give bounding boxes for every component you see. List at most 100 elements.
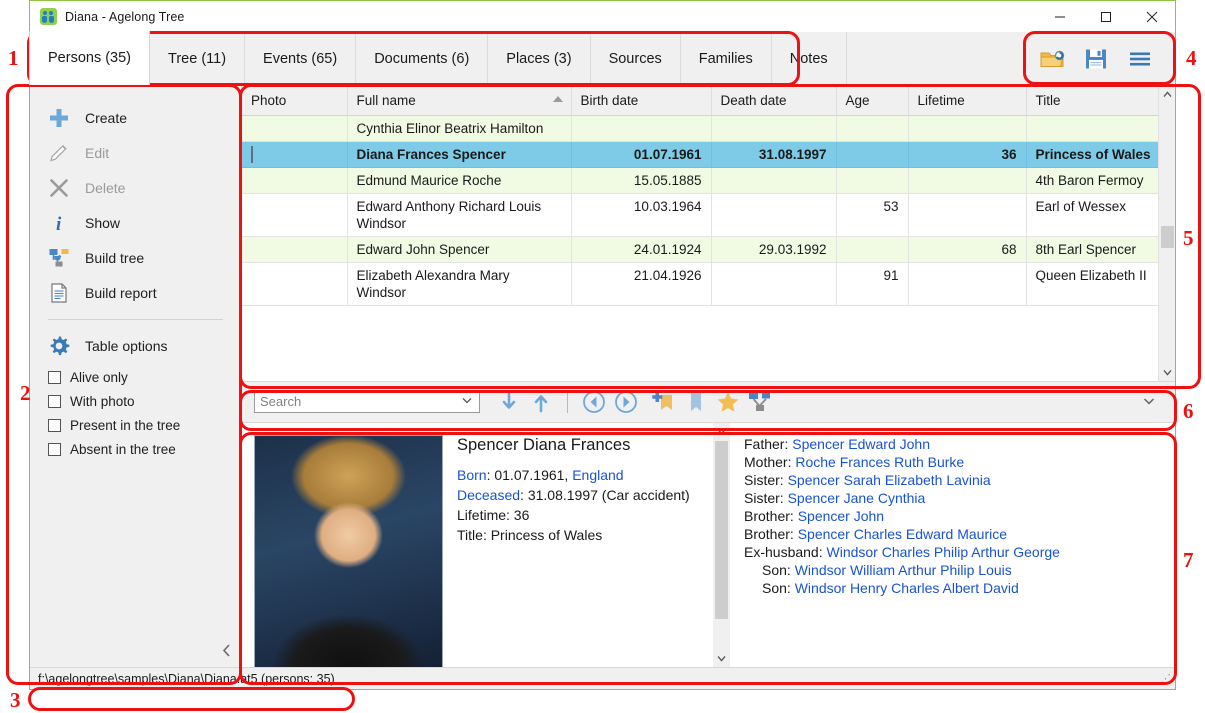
add-bookmark-icon[interactable] — [651, 389, 677, 415]
cell-lifetime — [908, 167, 1027, 194]
delete-button[interactable]: Delete — [48, 170, 241, 205]
document-icon — [48, 282, 74, 304]
fact-label[interactable]: Deceased — [457, 487, 520, 503]
checkbox-absent-in-tree[interactable]: Absent in the tree — [48, 437, 241, 461]
search-input[interactable]: Search — [254, 390, 480, 414]
tab-notes[interactable]: Notes — [771, 32, 847, 85]
cell-full-name: Edward John Spencer — [347, 236, 572, 263]
build-tree-button[interactable]: Build tree — [48, 240, 241, 275]
fact-label[interactable]: Born — [457, 467, 487, 483]
expand-search-options-icon[interactable] — [1143, 396, 1155, 408]
checkbox-alive-only[interactable]: Alive only — [48, 365, 241, 389]
annotation-label-6: 6 — [1183, 399, 1194, 423]
relative-link[interactable]: Roche Frances Ruth Burke — [795, 454, 964, 470]
navigate-forward-icon[interactable] — [613, 389, 639, 415]
find-next-icon[interactable] — [496, 389, 522, 415]
scroll-down-icon[interactable] — [713, 650, 730, 667]
cell-photo — [242, 236, 348, 263]
table-row[interactable]: Edmund Maurice Roche 15.05.1885 4th Baro… — [242, 167, 1175, 194]
cell-lifetime — [908, 262, 1027, 306]
scroll-up-icon[interactable] — [713, 423, 730, 440]
checkbox-box — [48, 394, 61, 408]
relative-link[interactable]: Windsor William Arthur Philip Louis — [795, 562, 1012, 578]
action-label: Show — [85, 214, 121, 231]
relative-link[interactable]: Spencer Jane Cynthia — [788, 490, 926, 506]
relative-link[interactable]: Windsor Henry Charles Albert David — [795, 580, 1019, 596]
tab-places[interactable]: Places (3) — [488, 32, 591, 85]
table-row[interactable]: Edward John Spencer 24.01.1924 29.03.199… — [242, 236, 1175, 263]
tab-tree[interactable]: Tree (11) — [150, 32, 246, 85]
relative-link[interactable]: Windsor Charles Philip Arthur George — [827, 544, 1060, 560]
tab-sources[interactable]: Sources — [590, 32, 681, 85]
menu-icon[interactable] — [1127, 46, 1153, 72]
table-row[interactable]: Elizabeth Alexandra Mary Windsor 21.04.1… — [242, 262, 1175, 306]
annotation-label-7: 7 — [1183, 548, 1194, 572]
relative-role: Father: — [744, 435, 789, 452]
chevron-down-icon[interactable] — [462, 396, 472, 407]
navigate-back-icon[interactable] — [581, 389, 607, 415]
fact-place-link[interactable]: England — [572, 467, 623, 483]
save-icon[interactable] — [1083, 46, 1109, 72]
application-window: Diana - Agelong Tree Persons (35) Tree (… — [0, 0, 1205, 713]
scrollbar-thumb[interactable] — [715, 440, 728, 619]
scrollbar-thumb[interactable] — [1161, 226, 1174, 248]
checkbox-present-in-tree[interactable]: Present in the tree — [48, 413, 241, 437]
favorite-star-icon[interactable] — [715, 389, 741, 415]
cell-birth-date: 24.01.1924 — [571, 236, 712, 263]
fact-value: : 31.08.1997 (Car accident) — [520, 486, 690, 503]
detail-vertical-scrollbar[interactable] — [713, 422, 730, 667]
tab-label: Places (3) — [506, 50, 572, 67]
annotation-label-2: 2 — [20, 381, 31, 405]
chevron-left-icon[interactable] — [215, 639, 237, 661]
cell-title — [1026, 115, 1175, 142]
cell-title: 8th Earl Spencer — [1026, 236, 1175, 263]
fact-lifetime: Lifetime: 36 — [457, 505, 690, 525]
column-header-death-date[interactable]: Death date — [711, 86, 837, 116]
table-vertical-scrollbar[interactable] — [1158, 86, 1175, 381]
relative-link[interactable]: Spencer Edward John — [792, 436, 930, 452]
scroll-down-icon[interactable] — [1159, 364, 1175, 381]
maximize-icon[interactable] — [1083, 1, 1129, 32]
action-label: Delete — [85, 179, 126, 196]
column-header-full-name[interactable]: Full name — [347, 86, 572, 116]
tab-persons[interactable]: Persons (35) — [29, 31, 151, 85]
table-row-selected[interactable]: Diana Frances Spencer 01.07.1961 31.08.1… — [242, 141, 1175, 168]
fact-value: : 01.07.1961, — [486, 466, 573, 483]
column-header-photo[interactable]: Photo — [242, 86, 348, 116]
edit-button[interactable]: Edit — [48, 135, 241, 170]
tab-label: Documents (6) — [374, 50, 470, 67]
table-options-button[interactable]: Table options — [48, 328, 241, 363]
main-content: Create Edit Delete i Show Build tree Bui… — [30, 86, 1175, 667]
tab-label: Sources — [608, 50, 662, 67]
cell-photo — [242, 167, 348, 194]
tab-documents[interactable]: Documents (6) — [356, 32, 489, 85]
annotation-label-1: 1 — [8, 46, 19, 70]
relative-link[interactable]: Spencer Charles Edward Maurice — [798, 526, 1007, 542]
close-icon[interactable] — [1129, 1, 1175, 32]
search-toolbar: Search — [242, 381, 1175, 423]
persons-table: Photo Full name Birth date Death date Ag… — [242, 86, 1175, 306]
find-previous-icon[interactable] — [528, 389, 554, 415]
relative-link[interactable]: Spencer John — [798, 508, 884, 524]
column-header-lifetime[interactable]: Lifetime — [908, 86, 1027, 116]
bookmark-icon[interactable] — [683, 389, 709, 415]
table-row[interactable]: Cynthia Elinor Beatrix Hamilton — [242, 115, 1175, 142]
column-header-age[interactable]: Age — [836, 86, 909, 116]
minimize-icon[interactable] — [1037, 1, 1083, 32]
table-row[interactable]: Edward Anthony Richard Louis Windsor 10.… — [242, 193, 1175, 237]
scroll-up-icon[interactable] — [1159, 86, 1175, 103]
checkbox-with-photo[interactable]: With photo — [48, 389, 241, 413]
create-button[interactable]: Create — [48, 100, 241, 135]
cell-birth-date: 15.05.1885 — [571, 167, 712, 194]
relative-link[interactable]: Spencer Sarah Elizabeth Lavinia — [788, 472, 991, 488]
build-report-button[interactable]: Build report — [48, 275, 241, 310]
build-tree-icon[interactable] — [747, 389, 773, 415]
column-header-title[interactable]: Title — [1026, 86, 1175, 116]
show-button[interactable]: i Show — [48, 205, 241, 240]
tab-families[interactable]: Families — [680, 32, 772, 85]
cell-lifetime — [908, 115, 1027, 142]
resize-grip-icon[interactable]: ⋰ — [1160, 672, 1171, 685]
open-folder-icon[interactable] — [1039, 46, 1065, 72]
column-header-birth-date[interactable]: Birth date — [571, 86, 712, 116]
tab-events[interactable]: Events (65) — [245, 32, 357, 85]
